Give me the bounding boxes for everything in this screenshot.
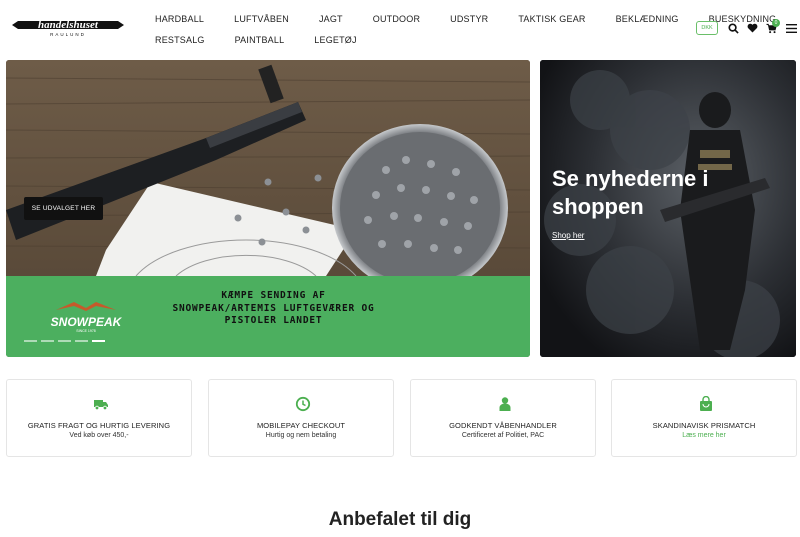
nav-item-beklædning[interactable]: BEKLÆDNING <box>606 14 679 24</box>
clock-icon <box>295 396 311 412</box>
slider-dot[interactable] <box>75 340 88 342</box>
usp-free-shipping: GRATIS FRAGT OG HURTIG LEVERING Ved køb … <box>6 379 192 457</box>
nav-item-legetøj[interactable]: LEGETØJ <box>304 35 356 45</box>
slider-dot[interactable] <box>41 340 54 342</box>
nav-item-udstyr[interactable]: UDSTYR <box>440 14 488 24</box>
cart-count-badge: 0 <box>772 19 780 27</box>
usp-title: GRATIS FRAGT OG HURTIG LEVERING <box>27 421 171 430</box>
nav-item-outdoor[interactable]: OUTDOOR <box>363 14 420 24</box>
menu-icon[interactable] <box>784 21 798 35</box>
main-nav: HARDBALL LUFTVÅBEN JAGT OUTDOOR UDSTYR TAKTIS… <box>145 8 776 50</box>
logo-text: handelshuset <box>38 19 99 31</box>
new-arrivals-title: Se nyhederne i shoppen <box>552 166 709 219</box>
hero-cta-button[interactable]: SE UDVALGET HER <box>24 197 103 220</box>
user-icon <box>497 396 513 412</box>
truck-icon <box>93 396 109 412</box>
new-arrivals-banner[interactable]: Se nyhederne i shoppen Shop her <box>540 60 796 357</box>
slider-dot[interactable] <box>92 340 105 342</box>
shop-here-link[interactable]: Shop her <box>552 231 584 240</box>
nav-row-secondary: RESTSALG PAINTBALL LEGETØJ <box>145 29 665 50</box>
nav-item-restsalg[interactable]: RESTSALG <box>145 35 205 45</box>
site-header: handelshuset RAULUND HARDBALL LUFTVÅBEN JA… <box>0 0 800 60</box>
nav-row-primary: HARDBALL LUFTVÅBEN JAGT OUTDOOR UDSTYR TAKTIS… <box>145 8 776 29</box>
usp-title: MOBILEPAY CHECKOUT <box>256 421 346 430</box>
site-logo[interactable]: handelshuset RAULUND <box>10 16 126 38</box>
snowpeak-logo-sub: SINCE 1978 <box>76 329 96 333</box>
recommended-section-title: Anbefalet til dig <box>328 509 472 530</box>
usp-mobilepay: MOBILEPAY CHECKOUT Hurtig og nem betalin… <box>208 379 394 457</box>
nav-item-taktisk-gear[interactable]: TAKTISK GEAR <box>508 14 585 24</box>
slider-dot[interactable] <box>24 340 37 342</box>
currency-selector[interactable]: DKK <box>696 21 718 35</box>
logo-subtext: RAULUND <box>50 32 86 37</box>
usp-subtitle: Ved køb over 450,- <box>69 432 129 439</box>
usp-title: GODKENDT VÅBENHANDLER <box>449 421 557 430</box>
hero-slider[interactable]: SE UDVALGET HER SNOWPEAK SINCE 1978 KÆMP… <box>6 60 530 357</box>
slider-dot[interactable] <box>58 340 71 342</box>
hero-image-airgun-pellets <box>6 60 530 276</box>
hero-banner-text: KÆMPE SENDING AF SNOWPEAK/ARTEMIS LUFTGE… <box>172 290 375 326</box>
search-icon[interactable] <box>726 21 740 35</box>
usp-approved-dealer: GODKENDT VÅBENHANDLER Certificeret af Po… <box>410 379 596 457</box>
usp-price-match: SKANDINAVISK PRISMATCH Læs mere her <box>611 379 797 457</box>
heart-icon[interactable] <box>745 21 759 35</box>
nav-item-hardball[interactable]: HARDBALL <box>145 14 204 24</box>
nav-item-paintball[interactable]: PAINTBALL <box>225 35 285 45</box>
usp-subtitle: Hurtig og nem betaling <box>265 432 337 439</box>
snowpeak-logo: SNOWPEAK SINCE 1978 <box>34 298 138 334</box>
usp-subtitle: Certificeret af Politiet, PAC <box>461 432 545 439</box>
slider-dots <box>24 340 105 342</box>
usp-title: SKANDINAVISK PRISMATCH <box>652 421 756 430</box>
nav-item-luftvåben[interactable]: LUFTVÅBEN <box>224 14 289 24</box>
snowpeak-logo-text: SNOWPEAK <box>51 315 123 329</box>
read-more-link[interactable]: Læs mere her <box>612 432 796 439</box>
shopping-bag-icon <box>698 395 714 412</box>
nav-item-jagt[interactable]: JAGT <box>309 14 343 24</box>
